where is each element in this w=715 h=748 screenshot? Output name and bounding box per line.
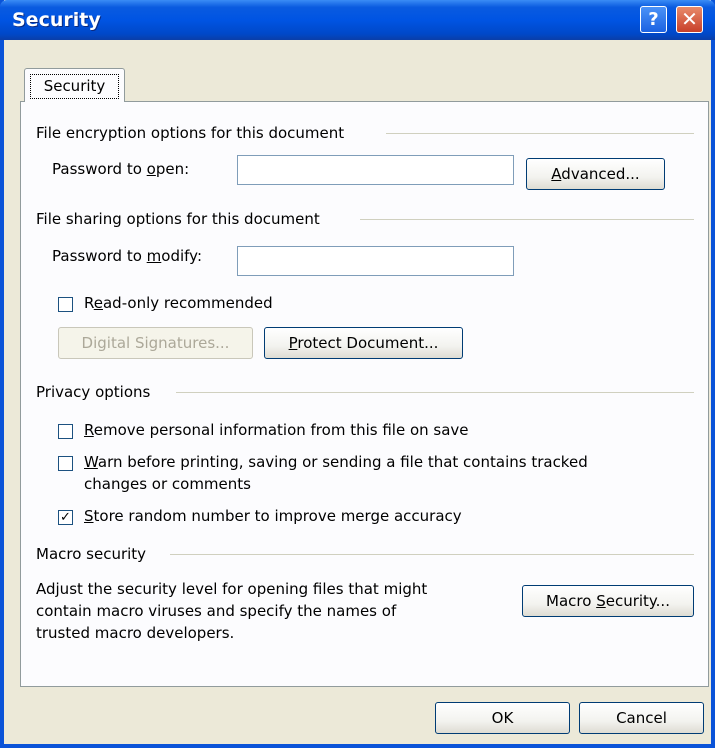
- store-random-number-checkbox[interactable]: ✓: [58, 510, 73, 525]
- password-open-input[interactable]: [237, 155, 514, 185]
- store-random-number-label: Store random number to improve merge acc…: [84, 507, 462, 525]
- tab-security[interactable]: Security: [24, 68, 125, 102]
- security-dialog: Security ? ✕ Security File encryption op…: [0, 0, 715, 748]
- privacy-section-title: Privacy options: [36, 383, 151, 401]
- macro-security-button[interactable]: Macro Security...: [522, 585, 694, 617]
- password-modify-label: Password to modify:: [52, 247, 203, 265]
- warn-before-printing-label: Warn before printing, saving or sending …: [84, 453, 588, 471]
- privacy-section: Privacy options: [36, 383, 150, 401]
- ok-button[interactable]: OK: [435, 702, 570, 734]
- macro-description-line1: Adjust the security level for opening fi…: [36, 580, 428, 598]
- macro-description-line2: contain macro viruses and specify the na…: [36, 602, 397, 620]
- warn-before-printing-checkbox[interactable]: [58, 456, 73, 471]
- advanced-button[interactable]: Advanced...: [526, 158, 665, 190]
- title-bar[interactable]: Security ? ✕: [0, 0, 715, 40]
- protect-document-button[interactable]: Protect Document...: [264, 327, 463, 359]
- sharing-section-title: File sharing options for this document: [36, 210, 320, 228]
- encryption-section: File encryption options for this documen…: [36, 124, 344, 142]
- readonly-label: Read-only recommended: [84, 294, 273, 312]
- digital-signatures-button[interactable]: Digital Signatures...: [58, 327, 253, 359]
- tab-security-label: Security: [30, 74, 119, 99]
- help-icon[interactable]: ?: [640, 6, 667, 33]
- macro-description-line3: trusted macro developers.: [36, 624, 235, 642]
- readonly-checkbox[interactable]: [58, 297, 73, 312]
- cancel-button[interactable]: Cancel: [579, 702, 704, 734]
- remove-personal-info-label: Remove personal information from this fi…: [84, 421, 469, 439]
- remove-personal-info-checkbox[interactable]: [58, 424, 73, 439]
- macro-section-title: Macro security: [36, 545, 147, 563]
- warn-before-printing-label-line2: changes or comments: [84, 475, 251, 493]
- encryption-section-title: File encryption options for this documen…: [36, 124, 345, 142]
- password-modify-input[interactable]: [237, 246, 514, 276]
- window-title: Security: [12, 9, 101, 31]
- macro-section: Macro security: [36, 545, 146, 563]
- sharing-section: File sharing options for this document: [36, 210, 320, 228]
- close-icon[interactable]: ✕: [676, 6, 703, 33]
- password-open-label: Password to open:: [52, 160, 190, 178]
